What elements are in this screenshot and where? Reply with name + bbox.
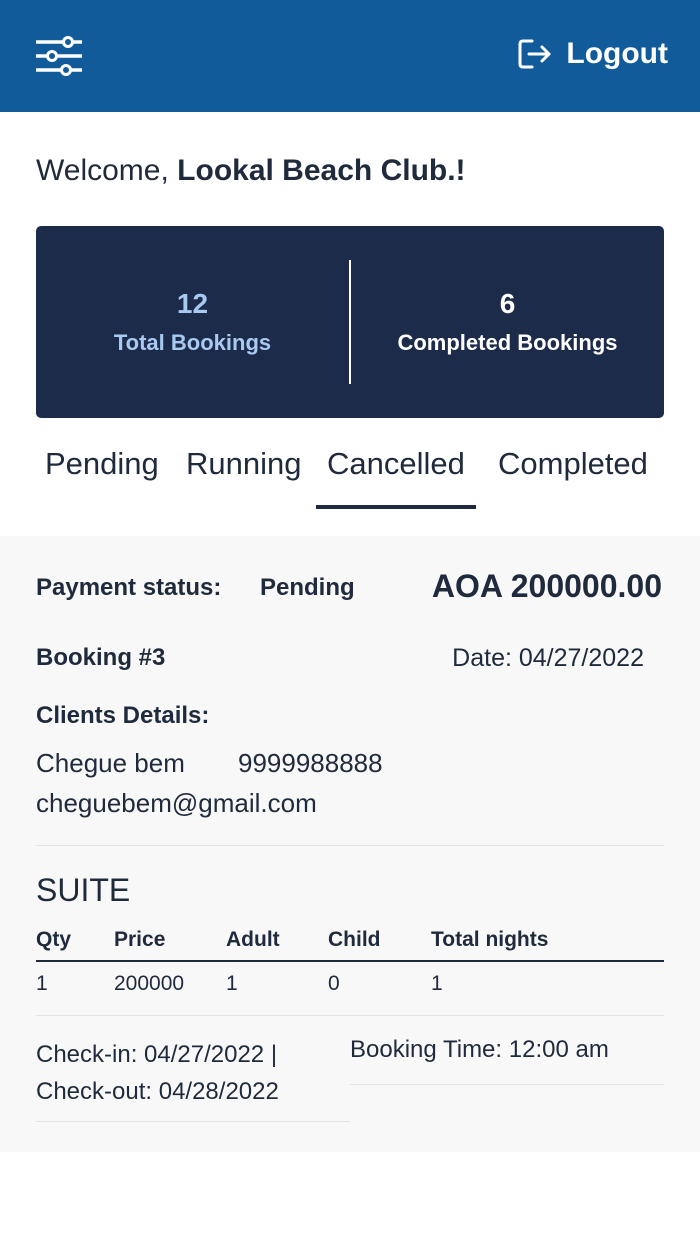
booking-status-tabs: Pending Running Cancelled Completed xyxy=(36,446,664,510)
total-bookings-label: Total Bookings xyxy=(113,330,272,355)
column-header-price: Price xyxy=(114,928,166,951)
cell-qty: 1 xyxy=(36,972,48,995)
payment-status-label: Payment status: xyxy=(36,574,222,601)
column-header-total-nights: Total nights xyxy=(431,928,549,951)
total-bookings-stat: 12 Total Bookings xyxy=(36,226,349,418)
cell-adult: 1 xyxy=(226,972,238,995)
payment-status-value: Pending xyxy=(260,574,355,601)
clients-details-heading: Clients Details: xyxy=(36,702,210,729)
booking-date: Date: 04/27/2022 xyxy=(452,644,644,672)
club-name: Lookal Beach Club.! xyxy=(177,154,466,187)
client-name: Chegue bem xyxy=(36,748,185,778)
total-bookings-value: 12 xyxy=(176,288,209,319)
booking-card: Payment status: Pending AOA 200000.00 Bo… xyxy=(0,536,700,1152)
booking-number: Booking #3 xyxy=(36,644,166,671)
tab-cancelled[interactable]: Cancelled xyxy=(316,446,476,509)
sliders-icon xyxy=(34,36,84,76)
booking-amount: AOA 200000.00 xyxy=(431,568,662,604)
check-in-out: Check-in: 04/27/2022 | Check-out: 04/28/… xyxy=(36,1036,279,1110)
top-app-bar: Logout xyxy=(0,0,700,112)
cell-child: 0 xyxy=(328,972,340,995)
column-header-qty: Qty xyxy=(36,928,72,951)
booking-time: Booking Time: 12:00 am xyxy=(350,1036,609,1063)
filter-menu-button[interactable] xyxy=(34,36,84,76)
divider xyxy=(36,1015,664,1016)
cell-total-nights: 1 xyxy=(431,972,443,995)
tab-running[interactable]: Running xyxy=(186,446,301,482)
logout-button[interactable]: Logout xyxy=(518,36,668,72)
tab-completed[interactable]: Completed xyxy=(498,446,648,482)
stats-panel: 12 Total Bookings 6 Completed Bookings xyxy=(36,226,664,418)
completed-bookings-value: 6 xyxy=(499,288,516,319)
completed-bookings-label: Completed Bookings xyxy=(397,330,618,355)
check-out-date: Check-out: 04/28/2022 xyxy=(36,1078,279,1105)
tab-pending[interactable]: Pending xyxy=(45,446,159,482)
welcome-message: Welcome, Lookal Beach Club.! xyxy=(36,154,466,188)
divider xyxy=(36,1121,350,1122)
column-header-child: Child xyxy=(328,928,381,951)
completed-bookings-stat: 6 Completed Bookings xyxy=(351,226,664,418)
table-header-rule xyxy=(36,960,664,962)
check-in-date: Check-in: 04/27/2022 | xyxy=(36,1041,278,1068)
client-phone: 9999988888 xyxy=(238,748,383,778)
welcome-prefix: Welcome, xyxy=(36,154,169,187)
divider xyxy=(350,1084,664,1085)
cell-price: 200000 xyxy=(114,972,185,995)
column-header-adult: Adult xyxy=(226,928,280,951)
divider xyxy=(36,845,664,846)
logout-label: Logout xyxy=(566,37,668,70)
logout-icon xyxy=(518,39,551,69)
room-type: SUITE xyxy=(36,872,131,908)
client-email: cheguebem@gmail.com xyxy=(36,788,317,818)
